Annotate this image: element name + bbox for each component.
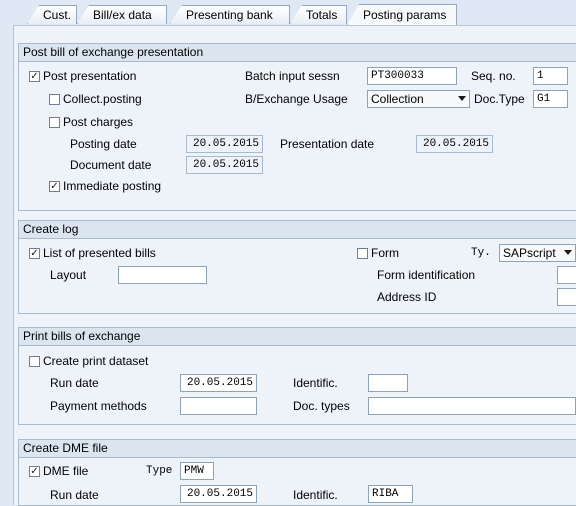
tab-label: Cust. <box>43 8 72 22</box>
dme-identific-field[interactable]: RIBA <box>368 485 413 503</box>
doc-type-label: Doc.Type <box>474 92 525 106</box>
usage-value: Collection <box>371 92 424 106</box>
document-date-label: Document date <box>70 158 152 172</box>
payment-methods-label: Payment methods <box>50 399 147 413</box>
posting-date-field[interactable]: 20.05.2015 <box>186 135 263 153</box>
presentation-date-field[interactable]: 20.05.2015 <box>416 135 493 153</box>
create-print-dataset-checkbox[interactable] <box>29 356 40 367</box>
dme-run-date-label: Run date <box>50 488 99 502</box>
batch-input-label: Batch input sessn <box>245 69 340 83</box>
dme-run-date-field[interactable]: 20.05.2015 <box>180 485 257 503</box>
group-title: Post bill of exchange presentation <box>19 44 576 62</box>
tab-label: Totals <box>306 8 338 22</box>
create-print-dataset-label: Create print dataset <box>43 354 149 368</box>
document-date-field[interactable]: 20.05.2015 <box>186 156 263 174</box>
tab-label: Presenting bank <box>186 8 273 22</box>
form-checkbox[interactable] <box>357 248 368 259</box>
address-id-field[interactable] <box>557 288 576 306</box>
dme-identific-label: Identific. <box>293 488 338 502</box>
doc-type-field[interactable]: G1 <box>533 90 568 108</box>
tab-strip: Cust. Bill/ex data Presenting bank Total… <box>0 0 576 25</box>
seq-no-field[interactable]: 1 <box>533 67 568 85</box>
run-date-label: Run date <box>50 376 99 390</box>
print-identific-field[interactable] <box>368 374 408 392</box>
tab-presenting-bank[interactable]: Presenting bank <box>170 5 290 24</box>
tab-label: Posting params <box>363 8 447 22</box>
tab-totals[interactable]: Totals <box>290 5 347 24</box>
dme-file-checkbox[interactable]: ✓ <box>29 466 40 477</box>
tab-posting-params[interactable]: Posting params <box>347 4 457 25</box>
identific-label: Identific. <box>293 376 338 390</box>
ty-dropdown[interactable]: SAPscript <box>499 244 576 262</box>
list-presented-bills-checkbox[interactable]: ✓ <box>29 248 40 259</box>
form-identification-label: Form identification <box>377 268 476 282</box>
print-run-date-field[interactable]: 20.05.2015 <box>180 374 257 392</box>
post-charges-checkbox[interactable] <box>49 117 60 128</box>
post-presentation-checkbox[interactable]: ✓ <box>29 71 40 82</box>
posting-date-label: Posting date <box>70 137 137 151</box>
immediate-posting-checkbox[interactable]: ✓ <box>49 181 60 192</box>
dme-file-label: DME file <box>43 464 89 478</box>
group-title: Print bills of exchange <box>19 328 576 346</box>
tab-cust[interactable]: Cust. <box>27 5 77 24</box>
ty-value: SAPscript <box>503 246 556 260</box>
layout-field[interactable] <box>118 266 207 284</box>
tab-label: Bill/ex data <box>93 8 152 22</box>
dme-type-field[interactable]: PMW <box>180 462 214 480</box>
group-title: Create DME file <box>19 440 576 458</box>
post-presentation-label: Post presentation <box>43 69 137 83</box>
ty-label: Ty. <box>471 247 491 259</box>
form-label: Form <box>371 246 399 260</box>
type-label: Type <box>146 465 173 477</box>
payment-methods-field[interactable] <box>180 397 257 415</box>
list-presented-bills-label: List of presented bills <box>43 246 156 260</box>
collect-posting-checkbox[interactable] <box>49 94 60 105</box>
batch-input-field[interactable]: PT300033 <box>367 67 457 85</box>
tab-bill-ex-data[interactable]: Bill/ex data <box>77 5 167 24</box>
post-charges-label: Post charges <box>63 115 134 129</box>
form-identification-field[interactable] <box>557 266 576 284</box>
presentation-date-label: Presentation date <box>280 137 375 151</box>
usage-dropdown[interactable]: Collection <box>367 90 470 108</box>
doc-types-label: Doc. types <box>293 399 350 413</box>
doc-types-field[interactable] <box>368 397 576 415</box>
seq-no-label: Seq. no. <box>471 69 516 83</box>
address-id-label: Address ID <box>377 290 437 304</box>
layout-label: Layout <box>50 268 87 282</box>
collect-posting-label: Collect.posting <box>63 92 142 106</box>
usage-label: B/Exchange Usage <box>245 92 348 106</box>
chevron-down-icon <box>564 250 572 255</box>
immediate-posting-label: Immediate posting <box>63 179 162 193</box>
group-title: Create log <box>19 221 576 239</box>
create-log-group: Create log <box>18 220 576 314</box>
chevron-down-icon <box>458 96 466 101</box>
